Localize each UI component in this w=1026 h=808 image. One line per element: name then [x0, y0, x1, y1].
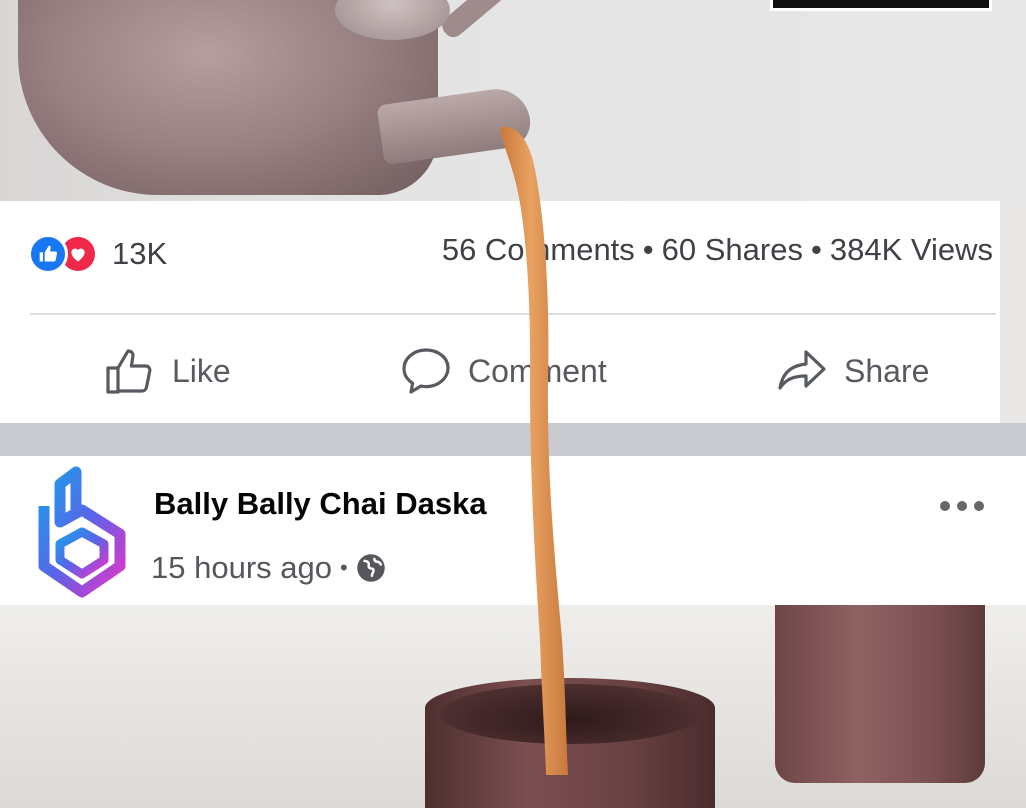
tea-stream: [500, 126, 568, 775]
like-reaction-icon: [28, 234, 68, 274]
